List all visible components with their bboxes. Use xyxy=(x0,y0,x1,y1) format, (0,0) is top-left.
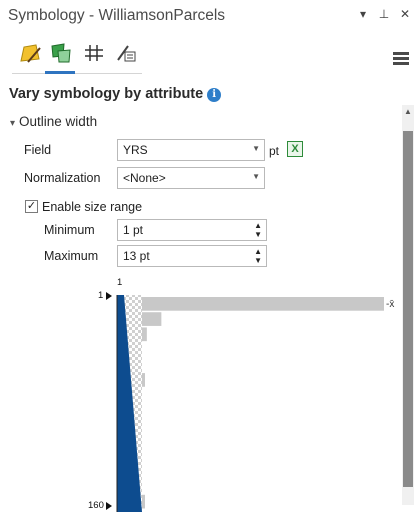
pane-title: Symbology - WilliamsonParcels xyxy=(8,7,226,24)
histogram-lower-break-label: 160 xyxy=(88,500,104,511)
title-controls: ▾ ⊥ ✕ xyxy=(357,7,411,21)
close-icon[interactable]: ✕ xyxy=(399,7,411,21)
options-icon[interactable]: ▾ xyxy=(357,7,369,21)
histogram-bar xyxy=(142,297,384,311)
tab-symbol-layers[interactable] xyxy=(78,38,108,72)
title-bar: Symbology - WilliamsonParcels ▾ ⊥ ✕ xyxy=(0,0,417,34)
tab-structure[interactable] xyxy=(110,38,140,72)
spin-arrows-icon[interactable]: ▲ ▼ xyxy=(254,247,262,265)
histogram-bar xyxy=(142,327,147,342)
histogram-bar xyxy=(142,312,162,326)
maximum-stepper[interactable]: 13 pt ▲ ▼ xyxy=(117,245,267,267)
paint-brush-polygon-icon xyxy=(20,44,41,63)
info-icon[interactable]: i xyxy=(207,88,222,102)
upper-break-handle[interactable] xyxy=(106,292,112,300)
structure-icon xyxy=(117,45,136,62)
field-dropdown[interactable]: YRS ▼ xyxy=(117,139,265,161)
menu-icon[interactable] xyxy=(393,52,409,66)
histogram-top-label: 1 xyxy=(117,277,123,288)
scroll-up-arrow[interactable]: ▲ xyxy=(402,105,414,119)
chevron-down-icon: ▾ xyxy=(10,118,16,129)
histogram-upper-break-label: 1 xyxy=(98,290,104,301)
maximum-label: Maximum xyxy=(44,249,99,263)
ramp-background xyxy=(117,295,142,512)
expression-button[interactable]: X xyxy=(287,141,303,157)
tab-primary-symbology[interactable] xyxy=(14,38,44,72)
minimum-value: 1 pt xyxy=(123,223,144,237)
normalization-label: Normalization xyxy=(24,171,101,185)
field-value: YRS xyxy=(123,143,148,157)
enable-size-range-checkbox[interactable]: ✓ xyxy=(25,200,38,213)
histogram-bars xyxy=(142,297,384,509)
minimum-label: Minimum xyxy=(44,223,95,237)
spin-arrows-icon[interactable]: ▲ ▼ xyxy=(254,221,262,239)
lower-break-handle[interactable] xyxy=(106,502,112,510)
symbol-layers-icon xyxy=(85,45,103,61)
histogram-bar xyxy=(142,494,145,509)
maximum-value: 13 pt xyxy=(123,249,150,263)
heading-text: Vary symbology by attribute xyxy=(9,86,204,102)
mean-marker: -x̄ xyxy=(386,299,395,310)
dropdown-arrow-icon: ▼ xyxy=(252,172,260,181)
normalization-value: <None> xyxy=(123,171,166,185)
vary-symbology-icon xyxy=(51,43,71,63)
minimum-stepper[interactable]: 1 pt ▲ ▼ xyxy=(117,219,267,241)
scroll-thumb[interactable] xyxy=(403,131,413,487)
normalization-dropdown[interactable]: <None> ▼ xyxy=(117,167,265,189)
histogram-bar xyxy=(142,373,145,387)
field-label: Field xyxy=(24,143,52,157)
tab-vary-symbology[interactable] xyxy=(45,38,75,74)
outline-width-section-header[interactable]: ▾ Outline width xyxy=(10,114,97,129)
size-ramp xyxy=(117,295,142,512)
field-unit: pt xyxy=(269,144,280,158)
section-label: Outline width xyxy=(19,114,98,129)
symbology-tabs xyxy=(12,38,142,74)
pin-icon[interactable]: ⊥ xyxy=(378,7,390,21)
enable-size-range-label[interactable]: Enable size range xyxy=(42,200,142,214)
page-heading: Vary symbology by attribute i xyxy=(9,86,222,102)
dropdown-arrow-icon: ▼ xyxy=(252,144,260,153)
vertical-scrollbar[interactable]: ▲ xyxy=(402,105,414,505)
